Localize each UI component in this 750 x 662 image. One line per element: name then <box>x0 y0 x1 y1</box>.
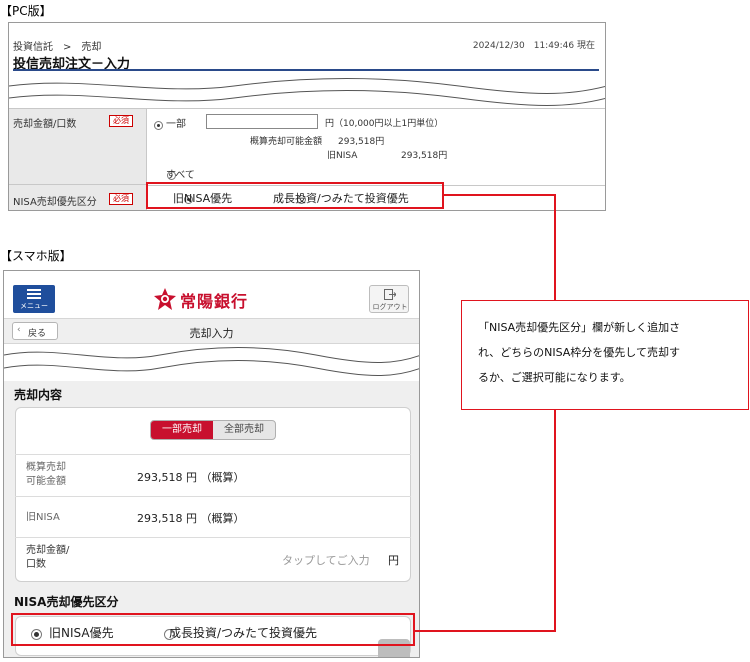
connector-line <box>415 630 556 632</box>
timestamp: 2024/12/30 11:49:46 現在 <box>472 41 595 51</box>
full-sell-tab[interactable]: 全部売却 <box>213 421 275 439</box>
back-button[interactable]: ‹ 戻る <box>12 322 58 340</box>
old-nisa-value: 293,518 円 （概算） <box>137 512 245 525</box>
menu-button[interactable]: メニュー <box>13 285 55 313</box>
old-nisa-label: 旧NISA <box>327 151 358 161</box>
priority-label-cell: NISA売却優先区分 必須 <box>9 185 147 210</box>
menu-label: メニュー <box>20 302 48 310</box>
amount-input[interactable]: タップしてご入力 円 <box>254 543 404 571</box>
partial-sell-tab[interactable]: 一部売却 <box>151 421 213 439</box>
amount-label: 売却金額/口数 <box>13 119 77 130</box>
card-divider <box>15 496 411 497</box>
breadcrumb: 投資信託 > 売却 <box>13 42 102 53</box>
priority-label: NISA売却優先区分 <box>13 197 97 208</box>
required-badge: 必須 <box>109 193 133 205</box>
hamburger-icon <box>27 289 41 299</box>
callout-line-1: 「NISA売却優先区分」欄が新しく追加さ <box>478 321 681 334</box>
card-divider <box>15 537 411 538</box>
amount-label-line1: 売却金額/ <box>26 545 70 556</box>
priority-section-title: NISA売却優先区分 <box>14 595 119 609</box>
omission-wave <box>9 78 605 106</box>
amount-label-cell: 売却金額/口数 必須 <box>9 109 147 185</box>
title-underline <box>13 69 599 71</box>
logout-icon <box>384 289 396 300</box>
callout-line-3: るか、ご選択可能になります。 <box>478 371 631 384</box>
omission-wave <box>4 347 419 376</box>
back-chevron-icon: ‹ <box>17 325 21 335</box>
partial-radio-label: 一部 <box>166 119 186 130</box>
old-nisa-value: 293,518円 <box>401 151 448 161</box>
estimated-label-line1: 概算売却 <box>26 462 66 473</box>
estimated-label-line2: 可能金額 <box>26 476 66 487</box>
sp-highlight-box <box>11 613 415 646</box>
old-nisa-label: 旧NISA <box>26 512 60 523</box>
sp-header: メニュー 常陽銀行 ログアウト <box>4 271 419 318</box>
logout-button[interactable]: ログアウト <box>369 285 409 313</box>
amount-input[interactable] <box>206 114 318 129</box>
estimated-value: 293,518円 <box>338 137 385 147</box>
sp-screen: メニュー 常陽銀行 ログアウト 売却入力 ‹ 戻る 売却内容 一部売却 全部売却… <box>3 270 420 658</box>
estimated-value: 293,518 円 （概算） <box>137 471 245 484</box>
sp-section-label: 【スマホ版】 <box>0 249 72 263</box>
amount-placeholder: タップしてご入力 <box>282 554 370 567</box>
callout-line-2: れ、どちらのNISA枠分を優先して売却す <box>478 346 680 359</box>
all-radio-label: すべて <box>166 170 195 181</box>
sell-type-segment: 一部売却 全部売却 <box>150 420 276 440</box>
back-label: 戻る <box>28 329 47 339</box>
pc-highlight-box <box>146 182 444 209</box>
partial-radio[interactable] <box>154 120 163 130</box>
yen-hint: 円（10,000円以上1円単位） <box>325 119 444 129</box>
logout-label: ログアウト <box>372 303 408 311</box>
content-section-title: 売却内容 <box>14 388 63 402</box>
callout-note: 「NISA売却優先区分」欄が新しく追加さ れ、どちらのNISA枠分を優先して売却… <box>461 300 749 410</box>
estimated-label: 概算売却可能金額 <box>250 137 323 147</box>
sp-nav-bar: 売却入力 ‹ 戻る <box>4 318 419 344</box>
amount-unit: 円 <box>388 554 399 567</box>
card-divider <box>15 454 411 455</box>
amount-label-line2: 口数 <box>26 559 46 570</box>
pc-section-label: 【PC版】 <box>0 4 52 18</box>
required-badge: 必須 <box>109 115 133 127</box>
nav-title: 売却入力 <box>189 327 234 340</box>
bank-logo-icon <box>154 288 176 310</box>
connector-line <box>554 409 556 631</box>
bank-logo-text: 常陽銀行 <box>180 292 249 311</box>
connector-line <box>444 194 556 196</box>
connector-line <box>554 194 556 301</box>
